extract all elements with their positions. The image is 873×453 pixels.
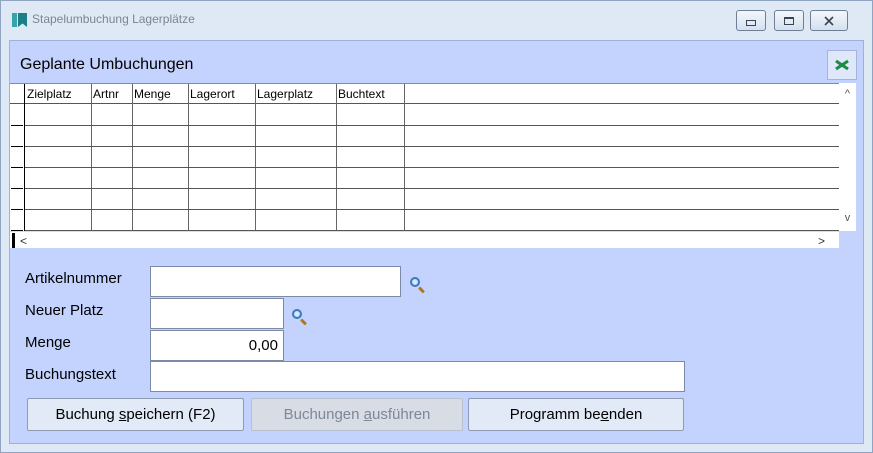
menge-label: Menge xyxy=(25,334,71,351)
save-booking-mnemonic: s xyxy=(118,406,127,423)
grid-vertical-scrollbar[interactable]: ^ v xyxy=(839,83,856,231)
artikelnummer-input[interactable] xyxy=(150,266,401,297)
quit-program-label-rest: nden xyxy=(608,406,643,423)
column-header-artnr[interactable]: Artnr xyxy=(91,84,132,104)
window-title: Stapelumbuchung Lagerplätze xyxy=(32,12,195,26)
table-row[interactable] xyxy=(25,209,839,210)
table-row[interactable] xyxy=(25,146,839,147)
row-indicator xyxy=(11,188,23,189)
scroll-down-icon[interactable]: v xyxy=(839,209,856,226)
execute-bookings-mnemonic: a xyxy=(363,406,373,423)
quit-program-button[interactable]: Programm be e nden xyxy=(468,398,684,431)
save-booking-label-rest: peichern (F2) xyxy=(126,406,216,423)
table-row[interactable] xyxy=(25,188,839,189)
execute-bookings-button[interactable]: Buchungen a usführen xyxy=(251,398,463,431)
title-bar[interactable]: Stapelumbuchung Lagerplätze xyxy=(1,1,872,39)
grid-horizontal-scrollbar[interactable]: < > xyxy=(10,231,839,248)
close-button[interactable] xyxy=(810,10,848,31)
table-row[interactable] xyxy=(25,167,839,168)
menge-input[interactable] xyxy=(150,330,284,361)
current-row-marker xyxy=(12,233,15,248)
minimize-button[interactable] xyxy=(736,10,766,31)
save-booking-label: Buchung xyxy=(55,406,119,423)
window: Stapelumbuchung Lagerplätze Geplante Umb… xyxy=(0,0,873,453)
row-indicator xyxy=(11,125,23,126)
buchungstext-input[interactable] xyxy=(150,361,685,392)
row-indicator xyxy=(11,209,23,210)
artikelnummer-search-icon[interactable] xyxy=(408,275,426,294)
save-booking-button[interactable]: Buchung s peichern (F2) xyxy=(27,398,244,431)
minimize-icon xyxy=(746,19,756,26)
column-header-menge[interactable]: Menge xyxy=(132,84,188,104)
bookings-grid[interactable]: Zielplatz Artnr Menge Lagerort Lagerplat… xyxy=(10,83,839,232)
row-indicator xyxy=(11,167,23,168)
column-header-zielplatz[interactable]: Zielplatz xyxy=(25,84,91,104)
client-area: Geplante Umbuchungen Zielplatz Artnr Men… xyxy=(9,40,864,444)
artikelnummer-label: Artikelnummer xyxy=(25,270,122,287)
row-indicator xyxy=(11,146,23,147)
column-header-lagerort[interactable]: Lagerort xyxy=(188,84,255,104)
scroll-left-icon[interactable]: < xyxy=(20,232,34,249)
maximize-icon xyxy=(784,16,794,25)
close-icon xyxy=(824,15,834,26)
neuer-platz-search-icon[interactable] xyxy=(290,307,308,326)
section-title: Geplante Umbuchungen xyxy=(20,56,194,73)
quit-program-mnemonic: e xyxy=(600,406,609,423)
execute-bookings-label: Buchungen xyxy=(283,406,364,423)
scroll-right-icon[interactable]: > xyxy=(818,232,832,249)
excel-icon xyxy=(835,59,849,71)
neuer-platz-input[interactable] xyxy=(150,298,284,329)
column-header-buchtext[interactable]: Buchtext xyxy=(336,84,404,104)
scroll-up-icon[interactable]: ^ xyxy=(839,85,856,102)
execute-bookings-label-rest: usführen xyxy=(372,406,431,423)
buchungstext-label: Buchungstext xyxy=(25,366,116,383)
column-header-lagerplatz[interactable]: Lagerplatz xyxy=(255,84,336,104)
app-icon xyxy=(12,12,28,28)
export-excel-button[interactable] xyxy=(827,50,857,80)
grid-header: Zielplatz Artnr Menge Lagerort Lagerplat… xyxy=(10,84,839,104)
maximize-button[interactable] xyxy=(774,10,804,31)
neuer-platz-label: Neuer Platz xyxy=(25,302,104,319)
quit-program-label: Programm be xyxy=(509,406,601,423)
table-row[interactable] xyxy=(25,125,839,126)
